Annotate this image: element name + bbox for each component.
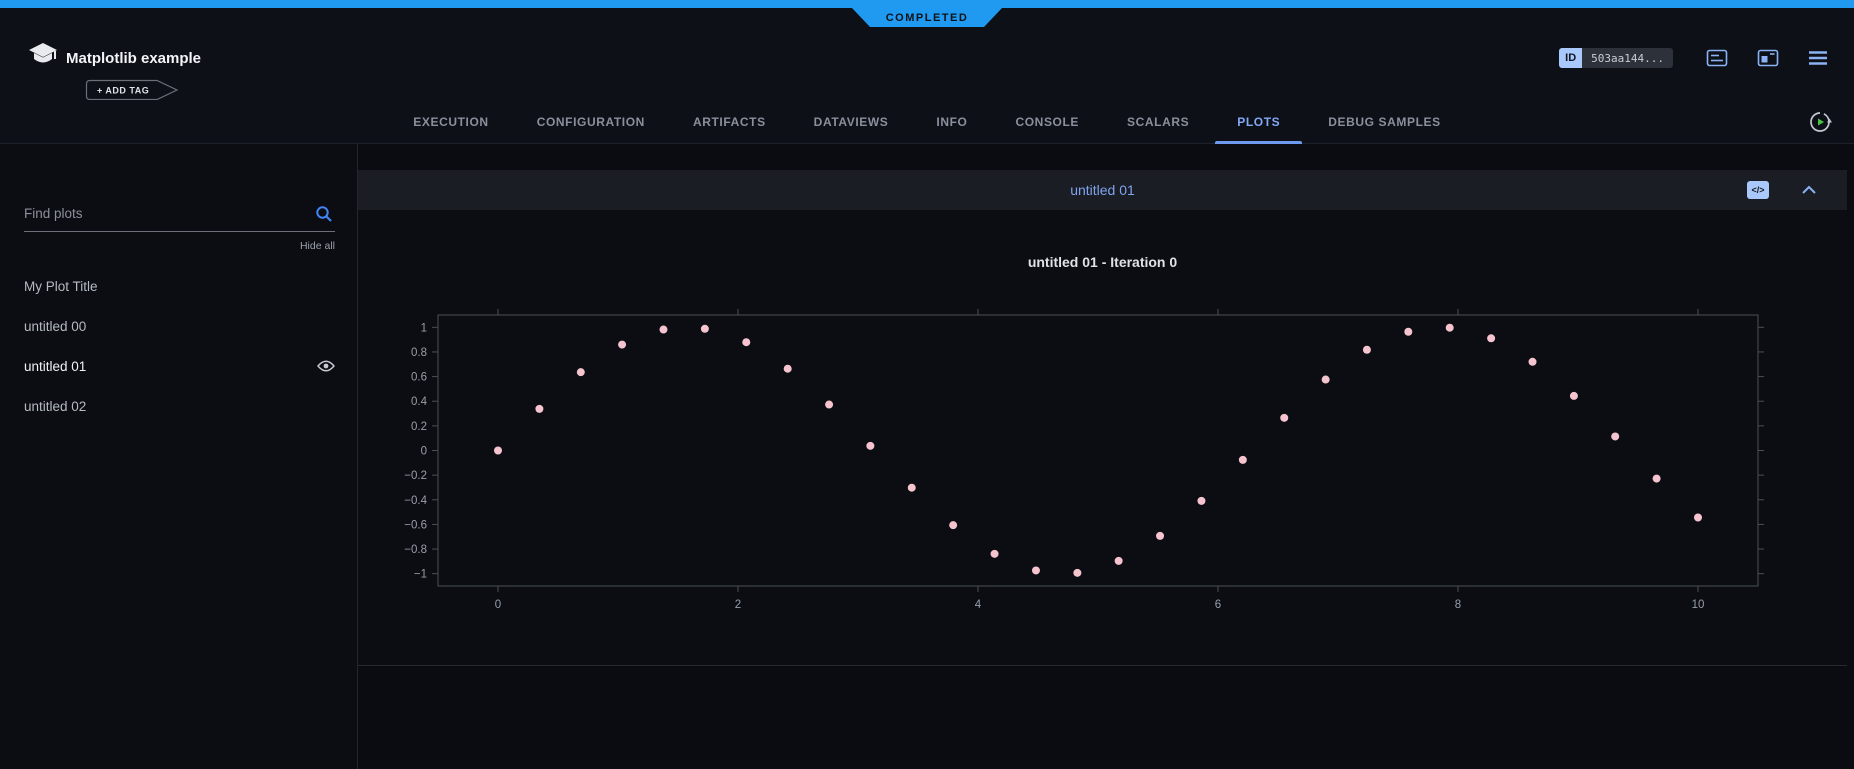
plot-panel-actions: </>: [1747, 170, 1817, 210]
scatter-point: [618, 341, 626, 349]
scatter-point: [1280, 414, 1288, 422]
tab-debug-samples[interactable]: DEBUG SAMPLES: [1306, 100, 1462, 144]
scatter-point: [1156, 532, 1164, 540]
y-tick-label: −0.4: [404, 495, 427, 507]
search-input[interactable]: [24, 196, 335, 231]
tab-console[interactable]: CONSOLE: [993, 100, 1101, 144]
scatter-point: [908, 484, 916, 492]
plots-sidebar: Hide all My Plot Title untitled 00 untit…: [0, 144, 358, 769]
x-tick-label: 2: [735, 599, 741, 611]
scatter-point: [1032, 566, 1040, 574]
scatter-point: [825, 401, 833, 409]
scatter-point: [1073, 569, 1081, 577]
plot-panel-untitled-01: untitled 01 </> 0246810−1−0.8−0.6−0.4−0.…: [358, 170, 1847, 666]
plot-frame: [438, 315, 1758, 586]
tab-plots[interactable]: PLOTS: [1215, 100, 1302, 144]
scatter-point: [659, 326, 667, 334]
y-tick-label: 0.4: [411, 396, 428, 408]
y-tick-label: 0: [421, 446, 427, 458]
scatter-point: [1570, 392, 1578, 400]
tab-scalars[interactable]: SCALARS: [1105, 100, 1211, 144]
y-tick-label: 1: [421, 322, 427, 334]
scatter-point: [1446, 324, 1454, 332]
plot-list: My Plot Title untitled 00 untitled 01: [24, 266, 335, 426]
experiment-title: Matplotlib example: [66, 50, 201, 67]
scatter-point: [784, 365, 792, 373]
chevron-up-icon[interactable]: [1801, 185, 1817, 195]
scatter-point: [1653, 475, 1661, 483]
scatter-point: [577, 368, 585, 376]
scatter-point: [494, 447, 502, 455]
scatter-point: [866, 442, 874, 450]
y-tick-label: −0.8: [404, 544, 427, 556]
tab-dataviews[interactable]: DATAVIEWS: [792, 100, 911, 144]
hide-all-link[interactable]: Hide all: [24, 232, 335, 260]
id-label: ID: [1559, 48, 1582, 68]
scatter-point: [1529, 358, 1537, 366]
eye-visible-icon[interactable]: [317, 359, 335, 373]
plots-page: Hide all My Plot Title untitled 00 untit…: [0, 144, 1854, 769]
scatter-point: [1611, 432, 1619, 440]
scatter-point: [1694, 514, 1702, 522]
chart-title: untitled 01 - Iteration 0: [358, 254, 1847, 270]
status-label: COMPLETED: [886, 12, 969, 24]
status-ribbon: COMPLETED: [852, 8, 1002, 27]
y-tick-label: −0.2: [404, 470, 427, 482]
tab-artifacts[interactable]: ARTIFACTS: [671, 100, 788, 144]
scatter-point: [535, 405, 543, 413]
x-tick-label: 8: [1455, 599, 1461, 611]
y-tick-label: −1: [414, 569, 427, 581]
plot-item-label: untitled 01: [24, 359, 86, 374]
plot-panel-title: untitled 01: [358, 182, 1847, 198]
details-panel-icon[interactable]: [1706, 48, 1728, 68]
plot-list-item[interactable]: untitled 02: [24, 386, 335, 426]
scatter-point: [1115, 557, 1123, 565]
scatter-point: [1487, 334, 1495, 342]
plot-item-label: untitled 02: [24, 399, 86, 414]
tab-execution[interactable]: EXECUTION: [391, 100, 510, 144]
search-icon[interactable]: [315, 205, 333, 228]
plot-list-item[interactable]: untitled 01: [24, 346, 335, 386]
scatter-point: [1404, 328, 1412, 336]
scatter-chart[interactable]: 0 2 4 6 8 10 −1 −0.8 −0.6 −0.4 −0.2 0 0.2 0.4 0.6 0.8 1: [358, 210, 1847, 665]
tab-configuration[interactable]: CONFIGURATION: [515, 100, 667, 144]
plot-item-label: untitled 00: [24, 319, 86, 334]
y-tick-label: 0.2: [411, 421, 427, 433]
x-tick-label: 4: [975, 599, 982, 611]
app-root: COMPLETED Matplotlib example + ADD TAG I…: [0, 0, 1854, 769]
experiment-id-badge[interactable]: ID 503aa144...: [1559, 48, 1673, 68]
scatter-point: [701, 325, 709, 333]
plot-panel-header: untitled 01 </>: [358, 170, 1847, 210]
plot-list-item[interactable]: My Plot Title: [24, 266, 335, 306]
scatter-point: [1197, 497, 1205, 505]
view-code-button[interactable]: </>: [1747, 181, 1769, 199]
image-panel-icon[interactable]: [1757, 48, 1779, 68]
header-actions: ID 503aa144...: [1559, 48, 1828, 68]
y-tick-label: 0.8: [411, 347, 427, 359]
experiment-logo-icon: [27, 41, 59, 76]
plot-search: [24, 196, 335, 232]
scatter-point: [1363, 346, 1371, 354]
plot-list-item[interactable]: untitled 00: [24, 306, 335, 346]
x-tick-label: 0: [495, 599, 501, 611]
scatter-point: [742, 338, 750, 346]
id-value: 503aa144...: [1582, 48, 1673, 68]
status-top-bar: [0, 0, 1854, 8]
scatter-point: [1322, 376, 1330, 384]
x-tick-label: 10: [1692, 599, 1705, 611]
y-tick-label: −0.6: [404, 519, 427, 531]
tab-info[interactable]: INFO: [914, 100, 989, 144]
tab-bar: EXECUTION CONFIGURATION ARTIFACTS DATAVI…: [0, 100, 1854, 144]
hamburger-menu-icon[interactable]: [1808, 50, 1828, 66]
plots-main-area: untitled 01 </> 0246810−1−0.8−0.6−0.4−0.…: [358, 144, 1854, 769]
auto-refresh-icon[interactable]: [1808, 110, 1832, 139]
add-tag-label: + ADD TAG: [97, 86, 149, 96]
plot-canvas-area[interactable]: 0246810−1−0.8−0.6−0.4−0.200.20.40.60.81 …: [358, 210, 1847, 665]
plot-item-label: My Plot Title: [24, 279, 98, 294]
scatter-point: [949, 521, 957, 529]
scatter-point: [991, 550, 999, 558]
scatter-point: [1239, 456, 1247, 464]
x-tick-label: 6: [1215, 599, 1221, 611]
y-tick-label: 0.6: [411, 372, 427, 384]
